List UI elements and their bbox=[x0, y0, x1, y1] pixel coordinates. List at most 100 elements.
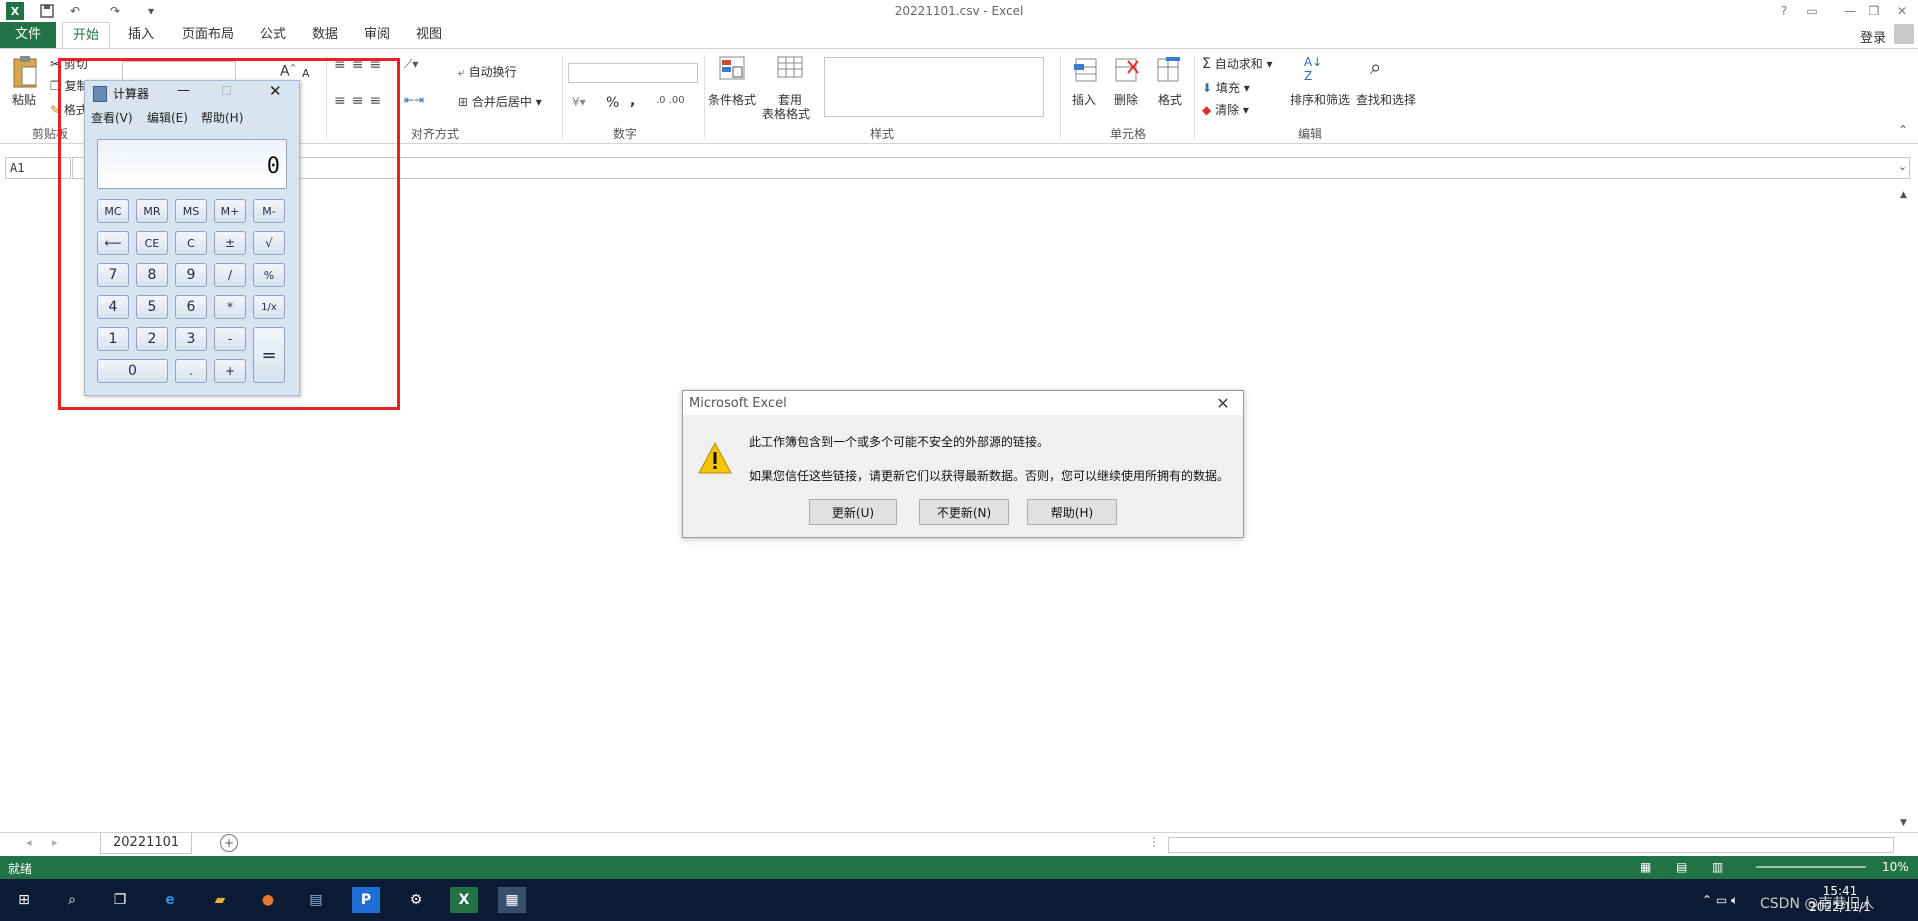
dont-update-button[interactable]: 不更新(N) bbox=[919, 499, 1009, 525]
tab-file[interactable]: 文件 bbox=[0, 22, 56, 48]
sort-filter-icon[interactable]: A↓ Z bbox=[1304, 55, 1334, 85]
ribbon-separator bbox=[562, 55, 563, 139]
highlight-box bbox=[58, 58, 400, 410]
minimize-icon[interactable]: — bbox=[1838, 2, 1862, 20]
user-avatar-icon[interactable] bbox=[1894, 24, 1914, 44]
format-as-table-icon[interactable] bbox=[776, 55, 806, 83]
tab-data[interactable]: 数据 bbox=[302, 22, 348, 48]
ribbon-separator bbox=[704, 55, 705, 139]
indent-icons[interactable]: ⇤⇥ bbox=[404, 93, 424, 107]
conditional-format-button[interactable]: 条件格式 bbox=[708, 91, 756, 108]
wrap-text-button[interactable]: ⤶ 自动换行 bbox=[458, 63, 517, 80]
paste-button[interactable]: 粘贴 bbox=[12, 91, 36, 108]
dialog-message-line1: 此工作簿包含到一个或多个可能不安全的外部源的链接。 bbox=[749, 435, 1050, 449]
task-view-icon[interactable]: ❐ bbox=[106, 887, 134, 913]
sheet-next-icon[interactable]: ▸ bbox=[52, 836, 58, 849]
excel-taskbar-icon[interactable]: X bbox=[450, 887, 478, 913]
search-icon[interactable]: ⌕ bbox=[58, 887, 86, 913]
paste-icon[interactable] bbox=[10, 55, 42, 91]
fill-down-icon: ⬇ bbox=[1202, 81, 1213, 95]
format-cells-button[interactable]: 格式 bbox=[1158, 91, 1182, 108]
delete-cells-button[interactable]: 删除 bbox=[1114, 91, 1138, 108]
scroll-up-icon[interactable]: ▲ bbox=[1900, 190, 1907, 200]
window-title: 20221101.csv - Excel bbox=[894, 4, 1024, 18]
status-ready: 就绪 bbox=[8, 862, 33, 876]
conditional-format-icon[interactable] bbox=[718, 55, 748, 83]
group-label-alignment: 对齐方式 bbox=[410, 127, 459, 141]
insert-cells-button[interactable]: 插入 bbox=[1072, 91, 1096, 108]
clock-date: 2022/11/1 bbox=[1809, 900, 1871, 914]
eraser-icon: ◆ bbox=[1202, 103, 1212, 117]
clear-button[interactable]: ◆ 清除 ▾ bbox=[1202, 101, 1249, 118]
tray-icons[interactable]: ⌃ ▭ 🔈︎ bbox=[1702, 893, 1738, 908]
merge-center-button[interactable]: ⊞ 合并后居中 ▾ bbox=[458, 93, 542, 110]
sort-filter-button[interactable]: 排序和筛选 bbox=[1290, 91, 1350, 108]
accounting-format-icon[interactable]: ¥▾ bbox=[572, 95, 586, 109]
ribbon-separator bbox=[1194, 55, 1195, 139]
merge-icon: ⊞ bbox=[458, 95, 469, 109]
tab-view[interactable]: 视图 bbox=[406, 22, 452, 48]
title-bar: X ↶ ↷ ▾ 20221101.csv - Excel ? ▭ — ❐ ✕ bbox=[0, 0, 1918, 22]
warning-icon bbox=[697, 441, 733, 475]
sheet-tab[interactable]: 20221101 bbox=[100, 833, 193, 854]
tab-formulas[interactable]: 公式 bbox=[250, 22, 296, 48]
update-button[interactable]: 更新(U) bbox=[809, 499, 897, 525]
zoom-slider[interactable] bbox=[1756, 866, 1866, 868]
page-break-view-icon[interactable]: ▥ bbox=[1712, 860, 1723, 874]
file-explorer-icon[interactable]: ▰ bbox=[206, 887, 234, 913]
percent-style-button[interactable]: % bbox=[606, 95, 619, 111]
login-link[interactable]: 登录 bbox=[1860, 27, 1886, 46]
orientation-icon[interactable]: ⟋▾ bbox=[404, 57, 418, 72]
fill-button[interactable]: ⬇ 填充 ▾ bbox=[1202, 79, 1250, 96]
group-label-editing: 编辑 bbox=[1297, 127, 1322, 141]
ribbon-display-icon[interactable]: ▭ bbox=[1800, 2, 1824, 20]
firefox-icon[interactable]: ● bbox=[254, 887, 282, 913]
decimal-icons[interactable]: .0 .00 bbox=[656, 95, 685, 106]
server-manager-icon[interactable]: ▤ bbox=[302, 887, 330, 913]
dialog-title-bar[interactable]: Microsoft Excel ✕ bbox=[683, 391, 1243, 415]
delete-cells-icon[interactable] bbox=[1112, 55, 1140, 85]
tab-home[interactable]: 开始 bbox=[62, 22, 111, 49]
dialog-close-icon[interactable]: ✕ bbox=[1211, 393, 1235, 413]
windows-start-icon[interactable]: ⊞ bbox=[10, 887, 38, 913]
horizontal-scrollbar[interactable] bbox=[1168, 837, 1894, 853]
settings-gear-icon[interactable]: ⚙ bbox=[402, 887, 430, 913]
number-format-select[interactable] bbox=[568, 63, 698, 83]
clock[interactable]: 15:41 2022/11/1 bbox=[1790, 883, 1890, 915]
scroll-down-icon[interactable]: ▼ bbox=[1900, 818, 1907, 828]
binoculars-icon[interactable]: ⌕ bbox=[1370, 55, 1400, 85]
collapse-ribbon-icon[interactable]: ⌃ bbox=[1898, 123, 1908, 137]
normal-view-icon[interactable]: ▦ bbox=[1640, 860, 1651, 874]
split-handle-icon[interactable]: ⋮ bbox=[1148, 835, 1160, 849]
vertical-scrollbar[interactable]: ▲ ▼ bbox=[1898, 190, 1914, 830]
cell-styles-gallery[interactable] bbox=[824, 57, 1044, 117]
tab-page-layout[interactable]: 页面布局 bbox=[172, 22, 244, 48]
wrap-text-icon: ⤶ bbox=[458, 65, 465, 79]
tab-insert[interactable]: 插入 bbox=[118, 22, 164, 48]
help-icon[interactable]: ? bbox=[1772, 2, 1796, 20]
security-warning-dialog: Microsoft Excel ✕ 此工作簿包含到一个或多个可能不安全的外部源的… bbox=[682, 390, 1244, 538]
tab-review[interactable]: 审阅 bbox=[354, 22, 400, 48]
comma-style-button[interactable]: , bbox=[630, 93, 635, 109]
sheet-tab-bar: ◂ ▸ 20221101 + ⋮ bbox=[0, 832, 1918, 855]
format-cells-icon[interactable] bbox=[1154, 55, 1182, 85]
format-as-table-label-2[interactable]: 表格格式 bbox=[762, 105, 810, 122]
group-label-number: 数字 bbox=[612, 127, 637, 141]
dialog-help-button[interactable]: 帮助(H) bbox=[1027, 499, 1117, 525]
close-icon[interactable]: ✕ bbox=[1890, 2, 1914, 20]
insert-cells-icon[interactable] bbox=[1072, 55, 1100, 85]
ie-browser-icon[interactable]: e bbox=[156, 887, 184, 913]
group-label-styles: 样式 bbox=[869, 127, 894, 141]
app-p-icon[interactable]: P bbox=[352, 887, 380, 913]
autosum-button[interactable]: Σ 自动求和 ▾ bbox=[1202, 55, 1273, 72]
calculator-taskbar-icon[interactable]: ▦ bbox=[498, 887, 526, 913]
add-sheet-icon[interactable]: + bbox=[220, 834, 238, 852]
sheet-prev-icon[interactable]: ◂ bbox=[26, 836, 32, 849]
find-select-button[interactable]: 查找和选择 bbox=[1356, 91, 1416, 108]
group-label-cells: 单元格 bbox=[1109, 127, 1146, 141]
zoom-level[interactable]: 10% bbox=[1882, 860, 1909, 874]
restore-icon[interactable]: ❐ bbox=[1862, 2, 1886, 20]
expand-formula-icon[interactable]: ⌄ bbox=[1898, 160, 1907, 173]
ribbon-separator bbox=[1060, 55, 1061, 139]
page-layout-view-icon[interactable]: ▤ bbox=[1676, 860, 1687, 874]
